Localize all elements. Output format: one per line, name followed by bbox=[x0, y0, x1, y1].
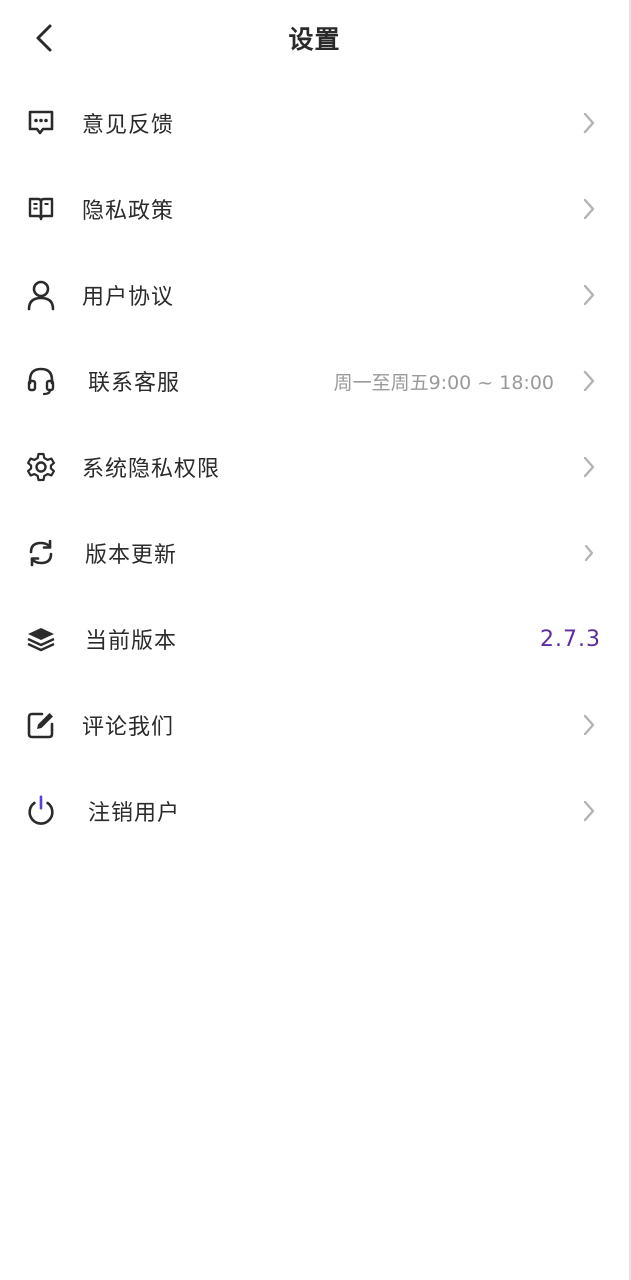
menu-item-label: 评论我们 bbox=[82, 715, 175, 740]
chevron-right-icon bbox=[579, 195, 599, 223]
layers-icon bbox=[24, 622, 58, 656]
menu-item-label: 用户协议 bbox=[82, 285, 175, 310]
chevron-right-icon bbox=[579, 797, 599, 825]
menu-item-privacy-policy[interactable]: 隐私政策 bbox=[0, 166, 629, 252]
menu-item-customer-service[interactable]: 联系客服 周一至周五9:00 ~ 18:00 bbox=[0, 338, 629, 424]
menu-item-rate-us[interactable]: 评论我们 bbox=[0, 682, 629, 768]
chevron-right-icon bbox=[579, 539, 599, 567]
menu-item-system-privacy-permissions[interactable]: 系统隐私权限 bbox=[0, 424, 629, 510]
menu-item-feedback[interactable]: 意见反馈 bbox=[0, 80, 629, 166]
chevron-right-icon bbox=[579, 453, 599, 481]
menu-item-label: 当前版本 bbox=[85, 629, 178, 654]
edit-icon bbox=[24, 708, 58, 742]
menu-item-current-version: 当前版本 2.7.3 bbox=[0, 596, 629, 682]
menu-item-user-agreement[interactable]: 用户协议 bbox=[0, 252, 629, 338]
menu-item-label: 系统隐私权限 bbox=[82, 457, 221, 482]
chevron-right-icon bbox=[579, 109, 599, 137]
menu-item-label: 意见反馈 bbox=[82, 113, 175, 138]
chevron-right-icon bbox=[579, 711, 599, 739]
service-hours-text: 周一至周五9:00 ~ 18:00 bbox=[333, 371, 554, 394]
version-number: 2.7.3 bbox=[540, 626, 601, 652]
user-icon bbox=[24, 278, 58, 312]
chevron-right-icon bbox=[579, 281, 599, 309]
menu-item-version-update[interactable]: 版本更新 bbox=[0, 510, 629, 596]
menu-item-label: 联系客服 bbox=[88, 371, 181, 396]
refresh-icon bbox=[24, 536, 58, 570]
chevron-right-icon bbox=[579, 367, 599, 395]
menu-item-deactivate-account[interactable]: 注销用户 bbox=[0, 768, 629, 854]
page-title: 设置 bbox=[288, 25, 341, 54]
settings-menu: 意见反馈 隐私政策 用户协议 联系客服 周一至周五9:00 ~ 18:00 系统… bbox=[0, 80, 629, 854]
gear-icon bbox=[24, 450, 58, 484]
menu-item-label: 隐私政策 bbox=[82, 199, 175, 224]
headset-icon bbox=[24, 364, 58, 398]
power-icon bbox=[24, 794, 58, 828]
open-book-icon bbox=[24, 192, 58, 226]
feedback-chat-icon bbox=[24, 106, 58, 140]
menu-item-label: 版本更新 bbox=[85, 543, 178, 568]
menu-item-label: 注销用户 bbox=[88, 801, 181, 826]
header: 设置 bbox=[0, 0, 629, 76]
